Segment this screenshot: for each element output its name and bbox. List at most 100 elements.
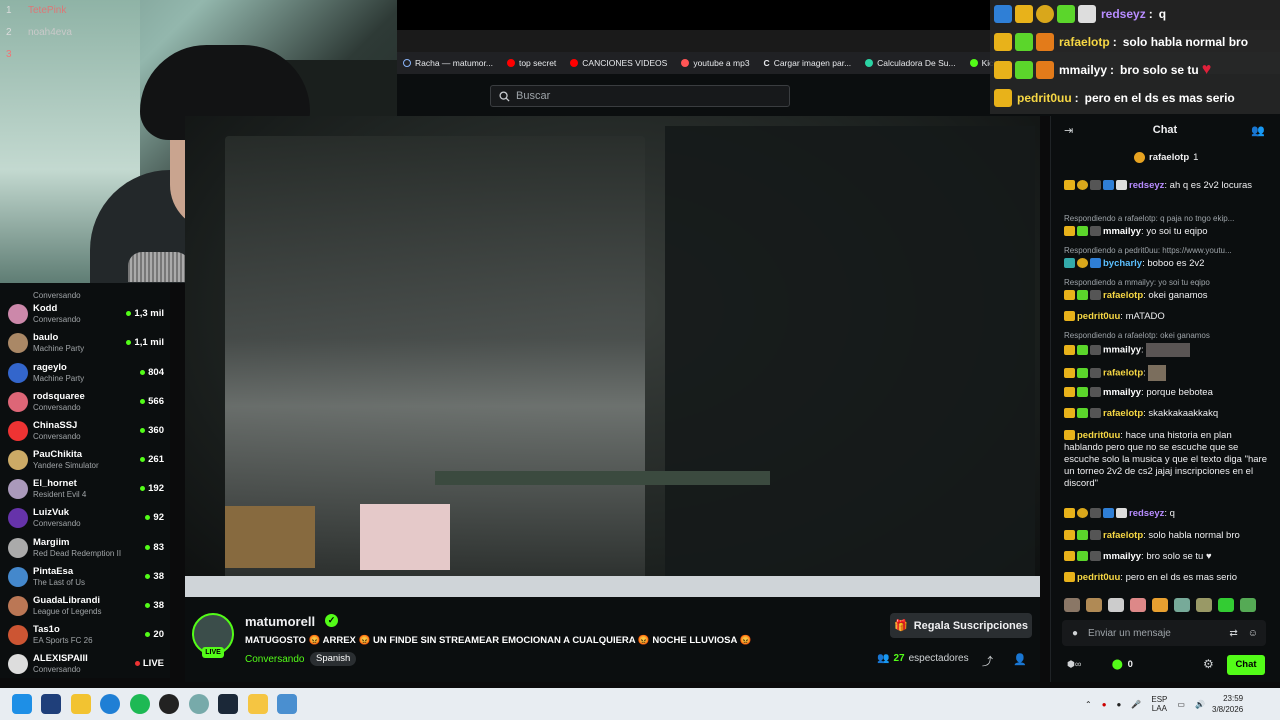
chat-username[interactable]: rafaelotp bbox=[1103, 290, 1143, 301]
bookmark-item[interactable]: Calculadora De Su... bbox=[865, 58, 956, 68]
chat-username[interactable]: pedrit0uu bbox=[1077, 430, 1120, 441]
send-chat-button[interactable]: Chat bbox=[1227, 655, 1265, 675]
chat-username[interactable]: pedrit0uu bbox=[1077, 311, 1120, 322]
sidebar-channel[interactable]: ChinaSSJ Conversando 360 bbox=[8, 416, 164, 445]
stream-video-player[interactable] bbox=[185, 116, 1040, 597]
emote-button[interactable] bbox=[1218, 598, 1234, 612]
emote-button[interactable] bbox=[1196, 598, 1212, 612]
chat-message[interactable]: rafaelotp: solo habla normal bro bbox=[1064, 530, 1272, 542]
channel-category: Conversando bbox=[33, 431, 81, 441]
chat-message[interactable]: redseyz: ah q es 2v2 locuras bbox=[1064, 180, 1272, 192]
sidebar-channel[interactable]: PintaEsa The Last of Us 38 bbox=[8, 562, 164, 591]
chat-message[interactable]: mmailyy: bro solo se tu ♥ bbox=[1064, 551, 1272, 563]
bookmark-item[interactable]: Racha — matumor... bbox=[403, 58, 493, 68]
chat-message[interactable]: mmailyy: bbox=[1064, 343, 1272, 357]
bookmark-item[interactable]: youtube a mp3 bbox=[681, 58, 750, 68]
bookmark-item[interactable]: CANCIONES VIDEOS bbox=[570, 58, 667, 68]
volume-icon[interactable]: 🔊 bbox=[1195, 700, 1205, 709]
chat-username[interactable]: redseyz bbox=[1129, 180, 1164, 191]
chat-username[interactable]: mmailyy bbox=[1103, 387, 1141, 398]
spotify-icon[interactable] bbox=[130, 694, 150, 714]
channel-name: PauChikita bbox=[33, 448, 83, 460]
windows-start-icon[interactable] bbox=[12, 694, 32, 714]
emote-button[interactable] bbox=[1086, 598, 1102, 612]
microphone-icon[interactable]: 🎤 bbox=[1131, 700, 1141, 709]
chat-username[interactable]: rafaelotp bbox=[1103, 408, 1143, 419]
file-explorer-icon[interactable] bbox=[71, 694, 91, 714]
channel-name: Margiim bbox=[33, 536, 70, 548]
chat-username[interactable]: mmailyy bbox=[1103, 226, 1141, 237]
notes-icon[interactable] bbox=[248, 694, 268, 714]
bookmark-item[interactable]: top secret bbox=[506, 58, 556, 68]
chat-username[interactable]: redseyz bbox=[1129, 508, 1164, 519]
chat-message[interactable]: rafaelotp: bbox=[1064, 365, 1272, 381]
points-balance[interactable]: ⬤ 0 bbox=[1112, 659, 1133, 670]
sidebar-channel[interactable]: Margiim Red Dead Redemption II 83 bbox=[8, 533, 164, 562]
emote-button[interactable] bbox=[1240, 598, 1256, 612]
chat-message[interactable]: redseyz: q bbox=[1064, 508, 1272, 520]
chat-message[interactable]: rafaelotp: okei ganamos bbox=[1064, 290, 1272, 302]
chat-message[interactable]: mmailyy: yo soi tu eqipo bbox=[1064, 226, 1272, 238]
chat-message[interactable]: bycharly: boboo es 2v2 bbox=[1064, 258, 1272, 270]
follow-user-icon[interactable]: 👤 bbox=[1013, 653, 1027, 666]
chat-username[interactable]: rafaelotp bbox=[1103, 368, 1143, 379]
avatar bbox=[8, 449, 28, 470]
chat-message[interactable]: pedrit0uu: hace una historia en plan hab… bbox=[1064, 430, 1272, 490]
tray-app-icon[interactable]: ● bbox=[1117, 700, 1122, 709]
channel-points-icon[interactable]: ⬢∞ bbox=[1067, 659, 1081, 670]
chat-username[interactable]: pedrit0uu bbox=[1077, 572, 1120, 583]
edge-browser-icon[interactable] bbox=[100, 694, 120, 714]
channel-category: The Last of Us bbox=[33, 577, 86, 587]
emote-button[interactable] bbox=[1174, 598, 1190, 612]
chat-username[interactable]: rafaelotp bbox=[1103, 530, 1143, 541]
chat-message[interactable]: rafaelotp: skakkakaakkakq bbox=[1064, 408, 1272, 420]
chat-username[interactable]: mmailyy bbox=[1103, 345, 1141, 356]
emote-button[interactable] bbox=[1152, 598, 1168, 612]
sidebar-channel[interactable]: GuadaLibrandi League of Legends 38 bbox=[8, 591, 164, 620]
emote-button[interactable] bbox=[1108, 598, 1124, 612]
gear-icon[interactable]: ⚙ bbox=[1203, 657, 1214, 671]
channel-name: GuadaLibrandi bbox=[33, 594, 101, 606]
sidebar-channel[interactable]: El_hornet Resident Evil 4 192 bbox=[8, 474, 164, 503]
chat-title: Chat bbox=[1152, 124, 1178, 136]
gift-subscriptions-button[interactable]: 🎁 Regala Suscripciones bbox=[890, 613, 1032, 638]
calculator-icon bbox=[865, 59, 874, 67]
stream-category-link[interactable]: Conversando bbox=[245, 654, 304, 665]
sidebar-channel[interactable]: ALEXISPAIII Conversando LIVE bbox=[8, 649, 164, 678]
emoji-icon[interactable]: ☺ bbox=[1248, 628, 1258, 639]
chevron-up-icon[interactable]: ⌃ bbox=[1085, 700, 1092, 709]
chat-users-icon[interactable]: 👥 bbox=[1251, 124, 1265, 137]
network-icon[interactable]: ▭ bbox=[1177, 700, 1185, 709]
chat-message-input[interactable]: ● Enviar un mensaje ⇄ ☺ bbox=[1062, 620, 1266, 646]
system-clock[interactable]: 23:59 3/8/2026 bbox=[1212, 693, 1243, 715]
notepad-icon[interactable] bbox=[277, 694, 297, 714]
chat-message[interactable]: pedrit0uu: mATADO bbox=[1064, 311, 1272, 323]
steam-icon[interactable] bbox=[218, 694, 238, 714]
streamer-name[interactable]: matumorell bbox=[245, 614, 315, 629]
search-input[interactable]: Buscar bbox=[490, 85, 790, 107]
chat-message[interactable]: mmailyy: porque bebotea bbox=[1064, 387, 1272, 399]
sidebar-channel[interactable]: PauChikita Yandere Simulator 261 bbox=[8, 445, 164, 474]
sidebar-channel[interactable]: LuizVuk Conversando 92 bbox=[8, 503, 164, 532]
sidebar-channel[interactable]: Tas1o EA Sports FC 26 20 bbox=[8, 620, 164, 649]
language-tag[interactable]: Spanish bbox=[310, 652, 357, 666]
store-icon[interactable] bbox=[41, 694, 61, 714]
share-icon[interactable]: ⤴ bbox=[982, 653, 993, 669]
chat-username[interactable]: bycharly bbox=[1103, 258, 1142, 269]
language-indicator[interactable]: ESP LAA bbox=[1151, 695, 1167, 713]
emote-button[interactable] bbox=[1130, 598, 1146, 612]
sidebar-channel[interactable]: rodsquaree Conversando 566 bbox=[8, 387, 164, 416]
badge-icon bbox=[1077, 530, 1088, 541]
chat-username[interactable]: mmailyy bbox=[1103, 551, 1141, 562]
channel-category: Conversando bbox=[33, 314, 81, 324]
emote-button[interactable] bbox=[1064, 598, 1080, 612]
sidebar-channel[interactable]: rageylo Machine Party 804 bbox=[8, 358, 164, 387]
translate-icon[interactable]: ⇄ bbox=[1229, 628, 1237, 639]
sidebar-channel[interactable]: baulo Machine Party 1,1 mil bbox=[8, 328, 164, 357]
obs-icon[interactable] bbox=[159, 694, 179, 714]
chat-message[interactable]: pedrit0uu: pero en el ds es mas serio bbox=[1064, 572, 1272, 584]
bookmark-item[interactable]: C Cargar imagen par... bbox=[764, 58, 852, 68]
app-icon[interactable] bbox=[189, 694, 209, 714]
tray-app-icon[interactable]: ● bbox=[1102, 700, 1107, 709]
sidebar-channel[interactable]: Kodd Conversando 1,3 mil bbox=[8, 299, 164, 328]
